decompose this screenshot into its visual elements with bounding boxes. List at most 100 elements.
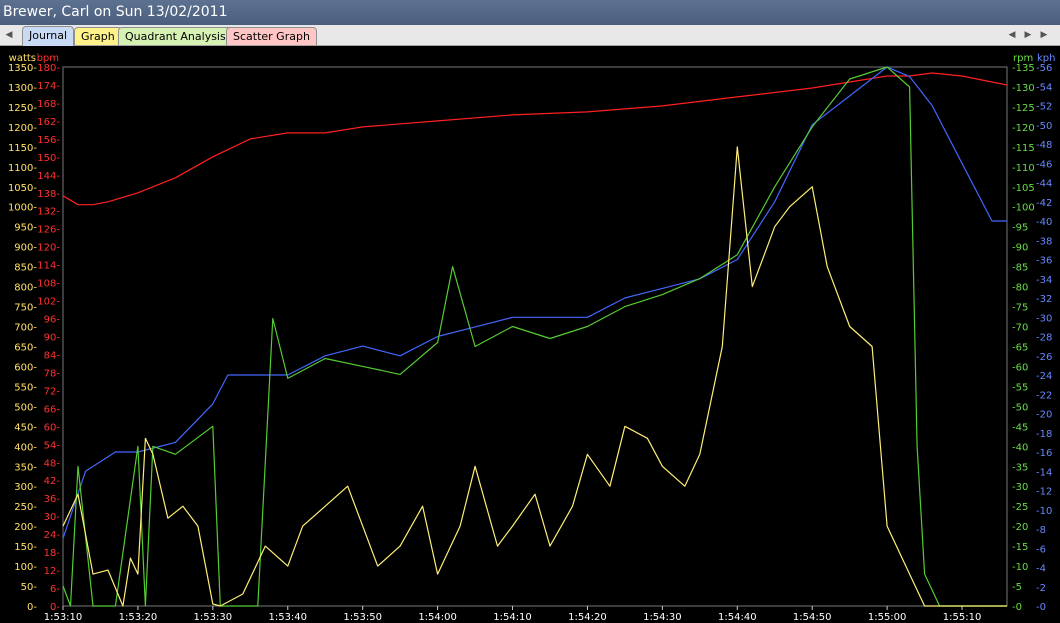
tick-label-kph: -6 <box>1036 544 1046 555</box>
tick-label-kph: -26 <box>1036 352 1052 363</box>
tick-label-watts: 850- <box>14 263 37 274</box>
tick-label-kph: -22 <box>1036 390 1052 401</box>
tick-label-rpm: -25 <box>1012 502 1028 513</box>
scroll-left-icon[interactable]: ◀ <box>1006 28 1018 42</box>
tick-label-watts: 500- <box>14 402 37 413</box>
tick-label-bpm: 12- <box>44 566 61 577</box>
tick-label-rpm: -10 <box>1012 562 1028 573</box>
tick-label-watts: 900- <box>14 243 37 254</box>
tick-label-rpm: -95 <box>1012 223 1028 234</box>
tick-label-watts: 250- <box>14 502 37 513</box>
tab-scatter-graph[interactable]: Scatter Graph <box>226 27 317 45</box>
x-tick-label: 1:54:00 <box>418 612 457 623</box>
scroll-right-icon[interactable]: ▶ <box>1022 28 1034 42</box>
tick-label-watts: 1000- <box>8 203 37 214</box>
tick-label-watts: 800- <box>14 283 37 294</box>
tick-label-kph: -0 <box>1036 602 1046 613</box>
tick-label-rpm: -85 <box>1012 263 1028 274</box>
tick-label-rpm: -125 <box>1012 103 1035 114</box>
tick-label-kph: -16 <box>1036 448 1052 459</box>
tick-label-rpm: -90 <box>1012 243 1028 254</box>
tick-label-bpm: 72- <box>44 386 61 397</box>
tick-label-kph: -34 <box>1036 275 1052 286</box>
tick-label-bpm: 18- <box>44 548 61 559</box>
tick-label-kph: -42 <box>1036 198 1052 209</box>
tick-label-bpm: 60- <box>44 422 61 433</box>
tick-label-bpm: 114- <box>37 261 60 272</box>
tick-label-bpm: 180- <box>37 63 60 74</box>
tick-label-watts: 1350- <box>8 63 37 74</box>
tick-label-bpm: 120- <box>37 243 60 254</box>
tick-label-rpm: -60 <box>1012 362 1028 373</box>
tab-quadrant-analysis[interactable]: Quadrant Analysis <box>118 27 233 45</box>
tick-label-watts: 450- <box>14 422 37 433</box>
tick-label-watts: 1050- <box>8 183 37 194</box>
tick-label-kph: -10 <box>1036 506 1052 517</box>
tick-label-watts: 300- <box>14 482 37 493</box>
x-tick-label: 1:55:00 <box>868 612 907 623</box>
tick-label-rpm: -65 <box>1012 342 1028 353</box>
tick-label-rpm: -80 <box>1012 283 1028 294</box>
tick-label-kph: -4 <box>1036 564 1046 575</box>
tick-label-kph: -44 <box>1036 179 1052 190</box>
tick-label-watts: 400- <box>14 442 37 453</box>
series-line-watts <box>62 146 1007 607</box>
x-tick-label: 1:53:50 <box>343 612 382 623</box>
tick-label-bpm: 78- <box>44 368 61 379</box>
tick-label-watts: 50- <box>21 582 38 593</box>
tick-label-kph: -18 <box>1036 429 1052 440</box>
x-tick-label: 1:54:50 <box>793 612 832 623</box>
axis-bpm: bpm0-6-12-18-24-30-36-42-48-54-60-66-72-… <box>37 53 61 613</box>
first-tab-icon[interactable]: ◀ <box>3 28 15 42</box>
x-tick-label: 1:53:10 <box>44 612 83 623</box>
axis-rpm: rpm-0-5-10-15-20-25-30-35-40-45-50-55-60… <box>1012 53 1035 613</box>
tick-label-bpm: 102- <box>37 297 60 308</box>
tick-label-rpm: -35 <box>1012 462 1028 473</box>
tick-label-watts: 1200- <box>8 123 37 134</box>
tab-journal[interactable]: Journal <box>22 26 75 46</box>
tick-label-watts: 750- <box>14 303 37 314</box>
tick-label-bpm: 48- <box>44 458 61 469</box>
tick-label-watts: 350- <box>14 462 37 473</box>
tick-label-rpm: -50 <box>1012 402 1028 413</box>
tick-label-kph: -20 <box>1036 410 1052 421</box>
tick-label-bpm: 174- <box>37 81 60 92</box>
tick-label-bpm: 84- <box>44 350 61 361</box>
ride-chart: watts0-50-100-150-200-250-300-350-400-45… <box>8 53 1056 623</box>
tick-label-bpm: 96- <box>44 315 61 326</box>
tick-label-bpm: 54- <box>44 440 61 451</box>
tick-label-watts: 550- <box>14 382 37 393</box>
x-tick-label: 1:53:40 <box>268 612 307 623</box>
last-tab-icon[interactable]: ▶ <box>1038 28 1050 42</box>
tick-label-bpm: 66- <box>44 404 61 415</box>
tick-label-rpm: -105 <box>1012 183 1035 194</box>
tick-label-rpm: -15 <box>1012 542 1028 553</box>
axis-kph: kph-0-2-4-6-8-10-12-14-16-18-20-22-24-26… <box>1036 53 1055 613</box>
tab-graph[interactable]: Graph <box>74 27 122 45</box>
series-line-kph <box>62 66 1007 539</box>
series-line-bpm <box>62 72 1008 206</box>
window-title: Brewer, Carl on Sun 13/02/2011 <box>0 0 1060 25</box>
series-line-rpm <box>62 66 1007 607</box>
tick-label-kph: -36 <box>1036 256 1052 267</box>
tick-label-kph: -54 <box>1036 82 1052 93</box>
tick-label-rpm: -55 <box>1012 382 1028 393</box>
tick-label-bpm: 36- <box>44 494 61 505</box>
tick-label-rpm: -100 <box>1012 203 1035 214</box>
tick-label-bpm: 24- <box>44 530 61 541</box>
tick-label-bpm: 162- <box>37 117 60 128</box>
tick-label-rpm: -110 <box>1012 163 1035 174</box>
tick-label-watts: 950- <box>14 223 37 234</box>
tick-label-rpm: -20 <box>1012 522 1028 533</box>
tick-label-kph: -40 <box>1036 217 1052 228</box>
tick-label-watts: 0- <box>27 602 37 613</box>
tick-label-rpm: -120 <box>1012 123 1035 134</box>
x-tick-label: 1:54:40 <box>718 612 757 623</box>
tab-bar: ◀ Journal Graph Quadrant Analysis Scatte… <box>0 25 1060 46</box>
tick-label-bpm: 6- <box>50 584 60 595</box>
tick-label-rpm: -40 <box>1012 442 1028 453</box>
tick-label-watts: 650- <box>14 342 37 353</box>
axis-x: 1:53:10 1:53:20 1:53:30 1:53:40 1:53:50 1:54:… <box>44 606 981 623</box>
tick-label-bpm: 168- <box>37 99 60 110</box>
tick-label-watts: 1150- <box>8 143 37 154</box>
